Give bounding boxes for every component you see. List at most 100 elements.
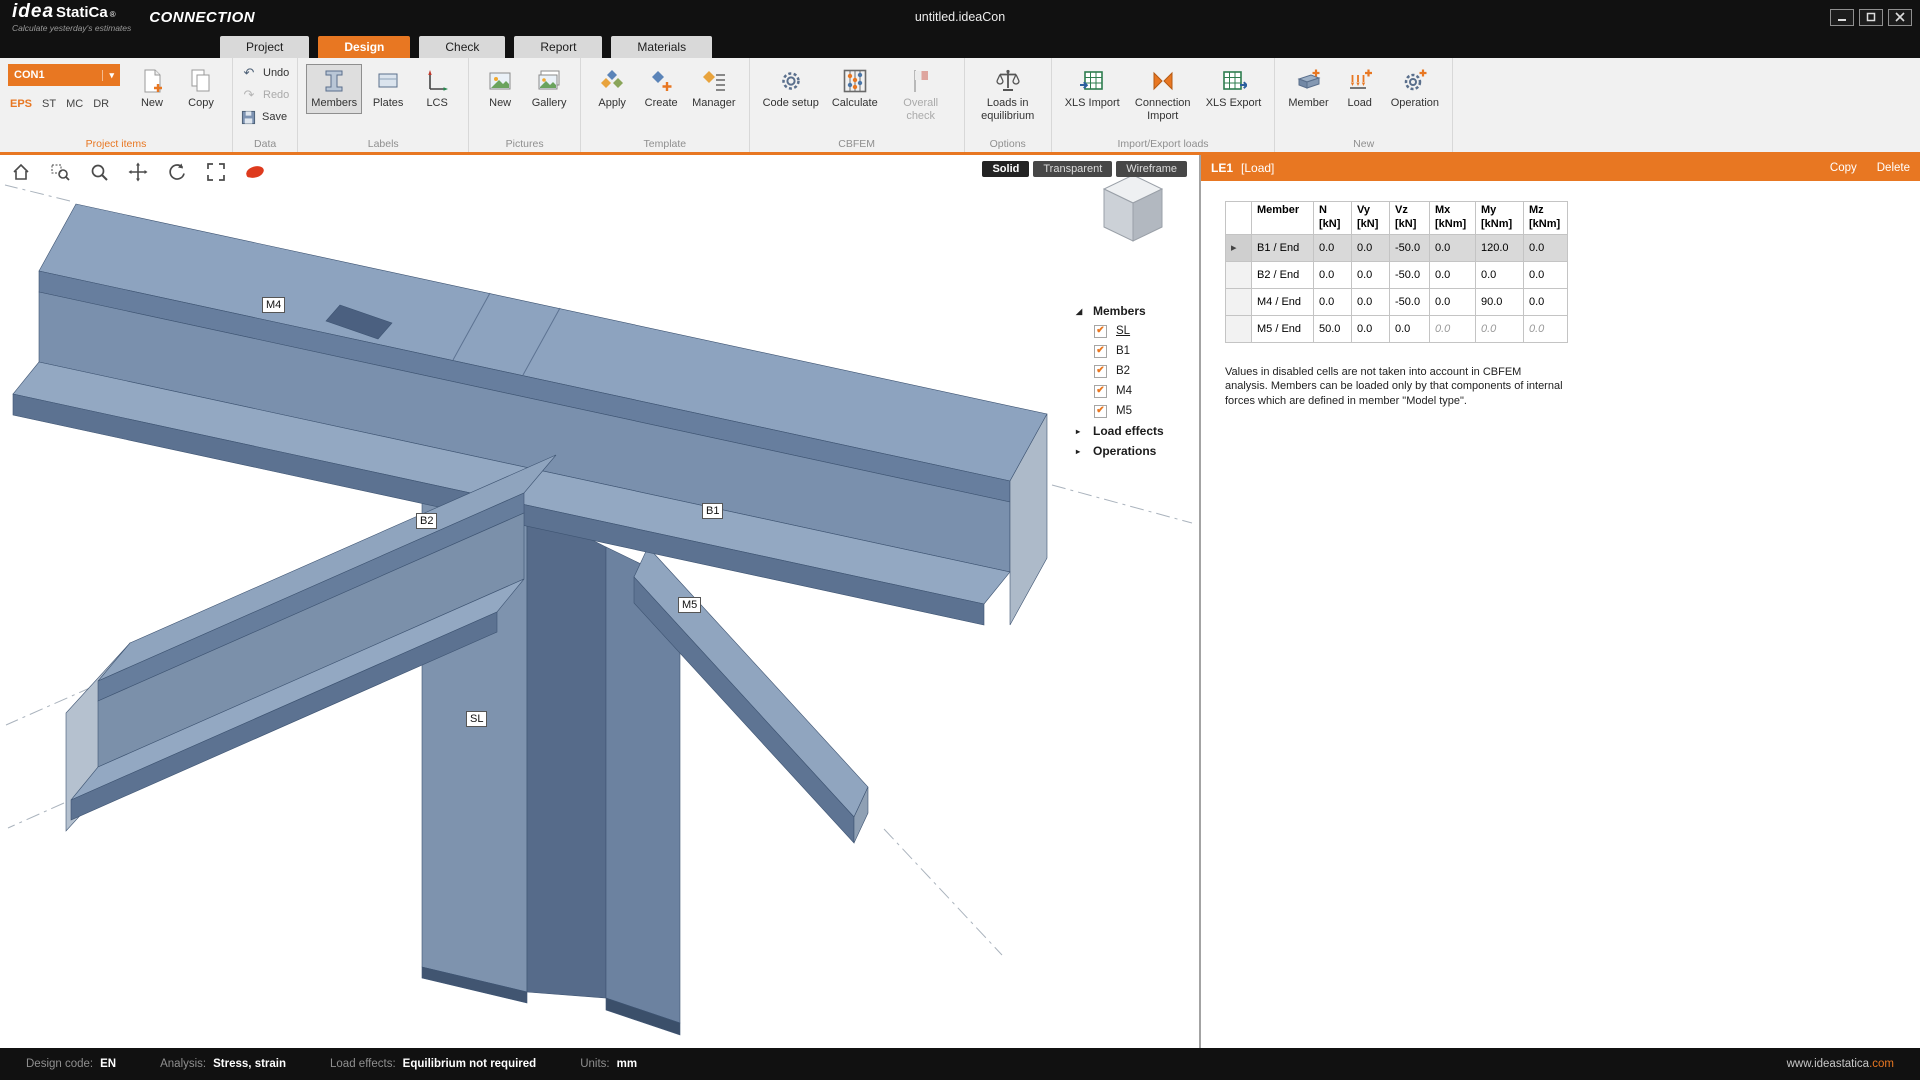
cell-vy[interactable]: 0.0 <box>1352 288 1390 315</box>
modify-color-button[interactable] <box>244 161 266 183</box>
mode-dr-button[interactable]: DR <box>93 98 109 110</box>
member-label-b1[interactable]: B1 <box>702 503 723 519</box>
checkbox-checked-icon[interactable]: ✔ <box>1094 345 1107 358</box>
tree-node-members[interactable]: ◢ Members <box>1076 301 1196 321</box>
cell-mx[interactable]: 0.0 <box>1430 261 1476 288</box>
cell-mx[interactable]: 0.0 <box>1430 288 1476 315</box>
checkbox-checked-icon[interactable]: ✔ <box>1094 385 1107 398</box>
model-3d-scene[interactable] <box>0 155 1199 1048</box>
display-mode-solid[interactable]: Solid <box>982 161 1029 177</box>
minimize-button[interactable] <box>1830 9 1854 26</box>
tab-design[interactable]: Design <box>318 36 410 58</box>
tab-check[interactable]: Check <box>419 36 505 58</box>
tree-item-m4[interactable]: ✔ M4 <box>1076 381 1196 401</box>
cell-member[interactable]: M4 / End <box>1252 288 1314 315</box>
delete-load-effect-button[interactable]: Delete <box>1877 162 1910 174</box>
create-template-button[interactable]: Create <box>638 64 684 114</box>
mode-mc-button[interactable]: MC <box>66 98 83 110</box>
zoom-fit-button[interactable] <box>205 161 227 183</box>
undo-button[interactable]: ↶ Undo <box>241 64 289 82</box>
apply-template-button[interactable]: Apply <box>589 64 635 114</box>
overall-check-button[interactable]: Overall check <box>886 64 956 126</box>
save-button[interactable]: Save <box>241 108 289 126</box>
cell-mz[interactable]: 0.0 <box>1524 261 1568 288</box>
xls-import-button[interactable]: XLS Import <box>1060 64 1125 114</box>
copy-load-effect-button[interactable]: Copy <box>1830 162 1857 174</box>
display-mode-wireframe[interactable]: Wireframe <box>1116 161 1187 177</box>
status-load-effects[interactable]: Load effects: Equilibrium not required <box>330 1058 536 1070</box>
status-units[interactable]: Units: mm <box>580 1058 637 1070</box>
cell-vy[interactable]: 0.0 <box>1352 261 1390 288</box>
cell-vz[interactable]: 0.0 <box>1390 315 1430 342</box>
cell-member[interactable]: B1 / End <box>1252 234 1314 261</box>
cell-vy[interactable]: 0.0 <box>1352 315 1390 342</box>
checkbox-checked-icon[interactable]: ✔ <box>1094 405 1107 418</box>
tab-report[interactable]: Report <box>514 36 602 58</box>
checkbox-checked-icon[interactable]: ✔ <box>1094 365 1107 378</box>
status-analysis[interactable]: Analysis: Stress, strain <box>160 1058 286 1070</box>
new-operation-button[interactable]: Operation <box>1386 64 1444 114</box>
zoom-window-button[interactable] <box>49 161 71 183</box>
cell-n[interactable]: 0.0 <box>1314 261 1352 288</box>
model-viewport[interactable]: Solid Transparent Wireframe <box>0 155 1199 1048</box>
cell-my[interactable]: 90.0 <box>1476 288 1524 315</box>
display-mode-transparent[interactable]: Transparent <box>1033 161 1112 177</box>
member-label-m5[interactable]: M5 <box>678 597 701 613</box>
connection-selector[interactable]: CON1 ▾ <box>8 64 120 86</box>
new-picture-button[interactable]: New <box>477 64 523 114</box>
home-view-button[interactable] <box>10 161 32 183</box>
table-row-b1[interactable]: ▸ B1 / End 0.0 0.0 -50.0 0.0 120.0 0.0 <box>1226 234 1568 261</box>
cell-vz[interactable]: -50.0 <box>1390 234 1430 261</box>
tab-materials[interactable]: Materials <box>611 36 712 58</box>
loads-in-equilibrium-button[interactable]: Loads in equilibrium <box>973 64 1043 126</box>
cell-mx[interactable]: 0.0 <box>1430 234 1476 261</box>
cell-mz[interactable]: 0.0 <box>1524 288 1568 315</box>
table-row-m4[interactable]: M4 / End 0.0 0.0 -50.0 0.0 90.0 0.0 <box>1226 288 1568 315</box>
table-row-b2[interactable]: B2 / End 0.0 0.0 -50.0 0.0 0.0 0.0 <box>1226 261 1568 288</box>
plates-labels-toggle[interactable]: Plates <box>365 64 411 114</box>
tree-item-m5[interactable]: ✔ M5 <box>1076 401 1196 421</box>
status-design-code[interactable]: Design code: EN <box>26 1058 116 1070</box>
calculate-button[interactable]: Calculate <box>827 64 883 114</box>
tree-item-b2[interactable]: ✔ B2 <box>1076 361 1196 381</box>
redo-button[interactable]: ↷ Redo <box>241 86 289 104</box>
member-label-b2[interactable]: B2 <box>416 513 437 529</box>
cell-mz[interactable]: 0.0 <box>1524 234 1568 261</box>
new-member-button[interactable]: Member <box>1283 64 1333 114</box>
member-label-sl[interactable]: SL <box>466 711 487 727</box>
orbit-button[interactable] <box>166 161 188 183</box>
code-setup-button[interactable]: Code setup <box>758 64 824 114</box>
xls-export-button[interactable]: XLS Export <box>1201 64 1267 114</box>
copy-project-item-button[interactable]: Copy <box>178 64 224 114</box>
tab-project[interactable]: Project <box>220 36 309 58</box>
cell-n[interactable]: 0.0 <box>1314 234 1352 261</box>
cell-my[interactable]: 0.0 <box>1476 261 1524 288</box>
tree-node-operations[interactable]: ▸ Operations <box>1076 441 1196 461</box>
checkbox-checked-icon[interactable]: ✔ <box>1094 325 1107 338</box>
tree-item-sl[interactable]: ✔ SL <box>1076 321 1196 341</box>
cell-vz[interactable]: -50.0 <box>1390 288 1430 315</box>
cell-member[interactable]: B2 / End <box>1252 261 1314 288</box>
new-load-button[interactable]: Load <box>1337 64 1383 114</box>
tree-item-b1[interactable]: ✔ B1 <box>1076 341 1196 361</box>
row-selector-icon[interactable]: ▸ <box>1226 234 1252 261</box>
new-project-item-button[interactable]: New <box>129 64 175 114</box>
cell-n[interactable]: 0.0 <box>1314 288 1352 315</box>
cell-my[interactable]: 120.0 <box>1476 234 1524 261</box>
cell-vy[interactable]: 0.0 <box>1352 234 1390 261</box>
mode-eps-button[interactable]: EPS <box>10 98 32 110</box>
cell-n[interactable]: 50.0 <box>1314 315 1352 342</box>
pan-button[interactable] <box>127 161 149 183</box>
lcs-labels-toggle[interactable]: LCS <box>414 64 460 114</box>
members-labels-toggle[interactable]: Members <box>306 64 362 114</box>
navigation-cube[interactable] <box>1093 169 1173 247</box>
maximize-button[interactable] <box>1859 9 1883 26</box>
member-label-m4[interactable]: M4 <box>262 297 285 313</box>
cell-member[interactable]: M5 / End <box>1252 315 1314 342</box>
template-manager-button[interactable]: Manager <box>687 64 740 114</box>
mode-st-button[interactable]: ST <box>42 98 56 110</box>
cell-vz[interactable]: -50.0 <box>1390 261 1430 288</box>
tree-node-load-effects[interactable]: ▸ Load effects <box>1076 421 1196 441</box>
zoom-button[interactable] <box>88 161 110 183</box>
connection-import-button[interactable]: Connection Import <box>1128 64 1198 126</box>
